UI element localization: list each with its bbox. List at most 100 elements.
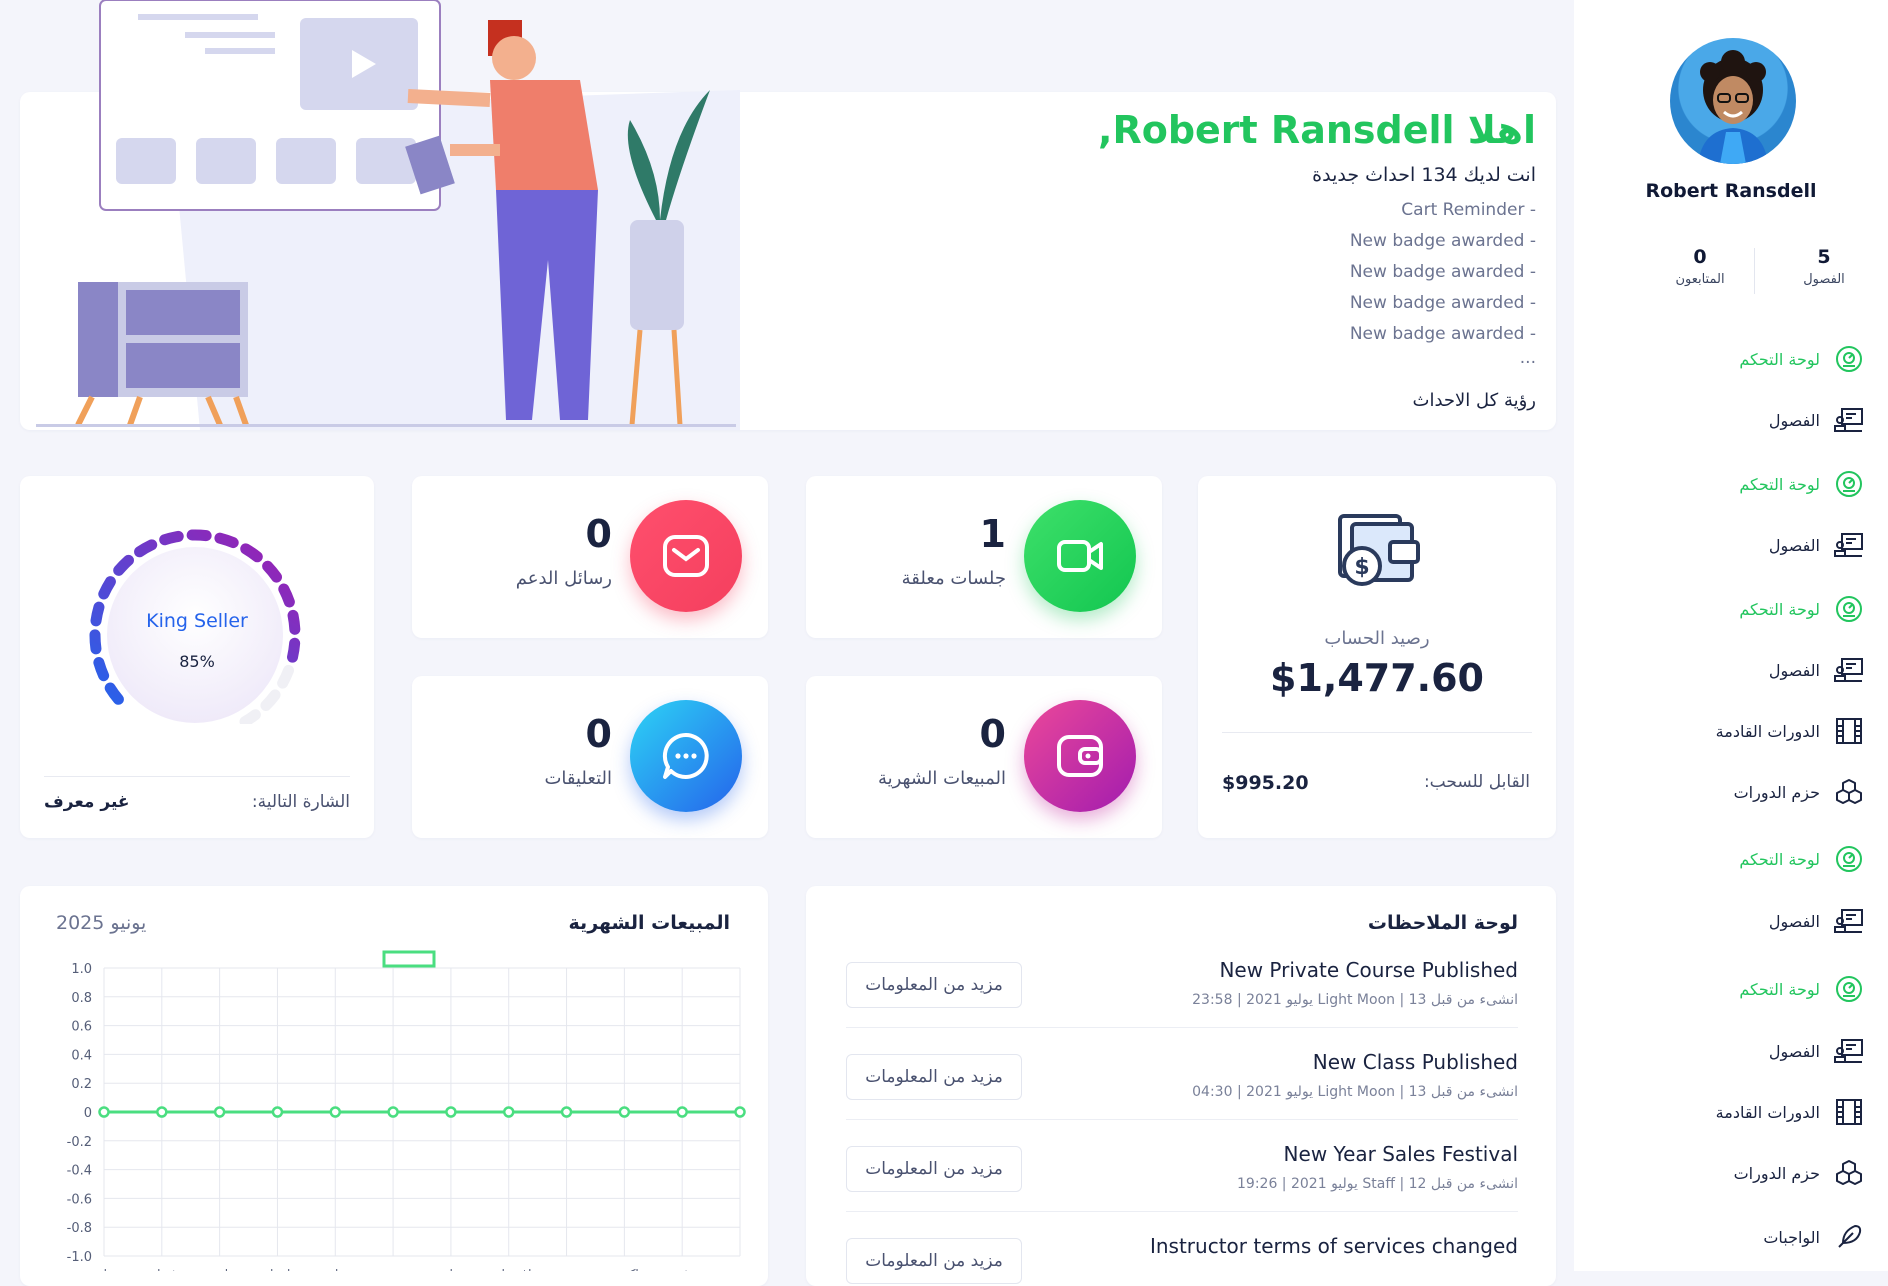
- support-messages-card[interactable]: 0 رسائل الدعم: [412, 476, 768, 638]
- sidebar-item-5[interactable]: لوحة التحكم: [1739, 592, 1864, 626]
- badge-percent: 85%: [179, 652, 215, 671]
- video-icon: [1024, 500, 1136, 612]
- dashboard-icon: [1834, 469, 1864, 499]
- cubes-icon: [1834, 1158, 1864, 1188]
- next-badge-value: غير معرف: [44, 792, 130, 812]
- event-item[interactable]: New badge awarded -: [1350, 262, 1536, 282]
- notices-title: لوحة الملاحظات: [1367, 912, 1518, 934]
- badge-card: King Seller 85% الشارة التالية: غير معرف: [20, 476, 374, 838]
- notices-card: لوحة الملاحظات New Private Course Publis…: [806, 886, 1556, 1286]
- data-point: [329, 1106, 342, 1118]
- y-tick-label: -0.4: [67, 1164, 92, 1179]
- event-item[interactable]: New badge awarded -: [1350, 293, 1536, 313]
- sidebar-item-7[interactable]: الدورات القادمة: [1716, 714, 1864, 748]
- notice-meta: انشىء من قبل Light Moon | 13 يوليو 2021 …: [1192, 1084, 1518, 1100]
- see-all-events-link[interactable]: رؤية كل الاحداث: [1413, 390, 1536, 411]
- sidebar-item-label: حزم الدورات: [1733, 782, 1820, 802]
- y-tick-label: 0.6: [71, 1020, 92, 1035]
- sidebar-item-2[interactable]: الفصول: [1769, 403, 1864, 437]
- more-info-button[interactable]: مزيد من المعلومات: [846, 1146, 1022, 1192]
- stat-followers-label: المتابعون: [1675, 272, 1725, 287]
- welcome-title: اهلا Robert Ransdell,: [1098, 108, 1536, 152]
- sidebar-item-12[interactable]: الفصول: [1769, 1034, 1864, 1068]
- more-info-button[interactable]: مزيد من المعلومات: [846, 962, 1022, 1008]
- notice-title: Instructor terms of services changed: [1149, 1234, 1518, 1258]
- sidebar-item-label: الفصول: [1768, 1041, 1820, 1061]
- sidebar-item-3[interactable]: لوحة التحكم: [1739, 467, 1864, 501]
- comments-value: 0: [585, 712, 612, 756]
- x-tick-label: ديسمبر: [721, 1267, 759, 1271]
- pending-sessions-card[interactable]: 1 جلسات معلقة: [806, 476, 1162, 638]
- sidebar-item-13[interactable]: الدورات القادمة: [1716, 1095, 1864, 1129]
- data-point: [387, 1106, 399, 1118]
- notice-meta: انشىء من قبل Light Moon | 13 يوليو 2021 …: [1192, 992, 1518, 1008]
- y-tick-label: 0.8: [71, 991, 92, 1006]
- monthly-sales-card[interactable]: 0 المبيعات الشهرية: [806, 676, 1162, 838]
- mail-icon: [630, 500, 742, 612]
- wallet-icon: $: [1338, 514, 1420, 586]
- badge-name: King Seller: [146, 610, 248, 632]
- data-point: [676, 1106, 688, 1118]
- classes-icon: [1834, 906, 1864, 936]
- sidebar-item-14[interactable]: حزم الدورات: [1734, 1156, 1864, 1190]
- user-name: Robert Ransdell: [1645, 180, 1817, 202]
- notice-title: New Year Sales Festival: [1283, 1142, 1518, 1166]
- sidebar-item-label: الفصول: [1768, 535, 1820, 555]
- sidebar-item-label: لوحة التحكم: [1739, 599, 1820, 619]
- badge-divider: [44, 776, 350, 777]
- classes-icon: [1834, 1036, 1864, 1066]
- event-item[interactable]: Cart Reminder -: [1401, 200, 1536, 220]
- welcome-subtitle: انت لديك 134 احداث جديدة: [1312, 164, 1536, 186]
- sidebar-item-label: الواجبات: [1763, 1227, 1820, 1247]
- sidebar-item-label: لوحة التحكم: [1739, 349, 1820, 369]
- sidebar-item-6[interactable]: الفصول: [1769, 653, 1864, 687]
- notice-divider: [846, 1119, 1518, 1120]
- withdrawable-label: القابل للسحب:: [1423, 772, 1530, 792]
- sidebar-item-9[interactable]: لوحة التحكم: [1739, 842, 1864, 876]
- notice-title: New Private Course Published: [1219, 958, 1518, 982]
- data-point: [445, 1106, 457, 1118]
- dashboard-icon: [1834, 344, 1864, 374]
- notice-divider: [846, 1211, 1518, 1212]
- more-info-button[interactable]: مزيد من المعلومات: [846, 1238, 1022, 1284]
- x-tick-label: اكتوبر: [609, 1267, 639, 1271]
- data-point: [271, 1106, 284, 1118]
- dashboard-icon: [1834, 594, 1864, 624]
- more-info-button[interactable]: مزيد من المعلومات: [846, 1054, 1022, 1100]
- data-point: [502, 1106, 515, 1118]
- sidebar-item-label: الفصول: [1768, 911, 1820, 931]
- sidebar-item-8[interactable]: حزم الدورات: [1734, 775, 1864, 809]
- y-tick-label: -0.8: [67, 1221, 92, 1236]
- comments-label: التعليقات: [544, 768, 612, 789]
- next-badge-label: الشارة التالية:: [251, 792, 350, 812]
- x-tick-label: ابريل: [265, 1267, 291, 1271]
- sidebar-item-label: لوحة التحكم: [1739, 849, 1820, 869]
- sidebar-item-11[interactable]: لوحة التحكم: [1739, 972, 1864, 1006]
- notice-meta: انشىء من قبل Staff | 12 يوليو 2021 | 19:…: [1237, 1176, 1518, 1192]
- sidebar-item-label: لوحة التحكم: [1739, 979, 1820, 999]
- sidebar-item-label: حزم الدورات: [1733, 1163, 1820, 1183]
- x-tick-label: مايو: [324, 1267, 345, 1271]
- sidebar-item-label: الدورات القادمة: [1715, 721, 1820, 741]
- stat-followers-value: 0: [1693, 246, 1707, 268]
- sidebar-item-10[interactable]: الفصول: [1769, 904, 1864, 938]
- pending-sessions-value: 1: [979, 512, 1006, 556]
- y-tick-label: 0.4: [71, 1048, 92, 1063]
- y-tick-label: -0.6: [67, 1192, 92, 1207]
- sidebar-item-label: لوحة التحكم: [1739, 474, 1820, 494]
- avatar[interactable]: [1670, 38, 1796, 164]
- film-icon: [1834, 1097, 1864, 1127]
- sidebar-item-4[interactable]: الفصول: [1769, 528, 1864, 562]
- feather-icon: [1834, 1222, 1864, 1252]
- sidebar-item-1[interactable]: لوحة التحكم: [1739, 342, 1864, 376]
- stat-followers: 0 المتابعون: [1640, 246, 1760, 287]
- sidebar-item-15[interactable]: الواجبات: [1763, 1220, 1864, 1254]
- dashboard-icon: [1834, 974, 1864, 1004]
- event-item[interactable]: New badge awarded -: [1350, 324, 1536, 344]
- legend-swatch: [382, 950, 436, 968]
- x-tick-label: نوفمبر: [665, 1267, 698, 1271]
- event-item[interactable]: New badge awarded -: [1350, 231, 1536, 251]
- welcome-card: اهلا Robert Ransdell, انت لديك 134 احداث…: [20, 0, 1556, 430]
- comments-card[interactable]: 0 التعليقات: [412, 676, 768, 838]
- stat-classes-label: الفصول: [1803, 272, 1845, 287]
